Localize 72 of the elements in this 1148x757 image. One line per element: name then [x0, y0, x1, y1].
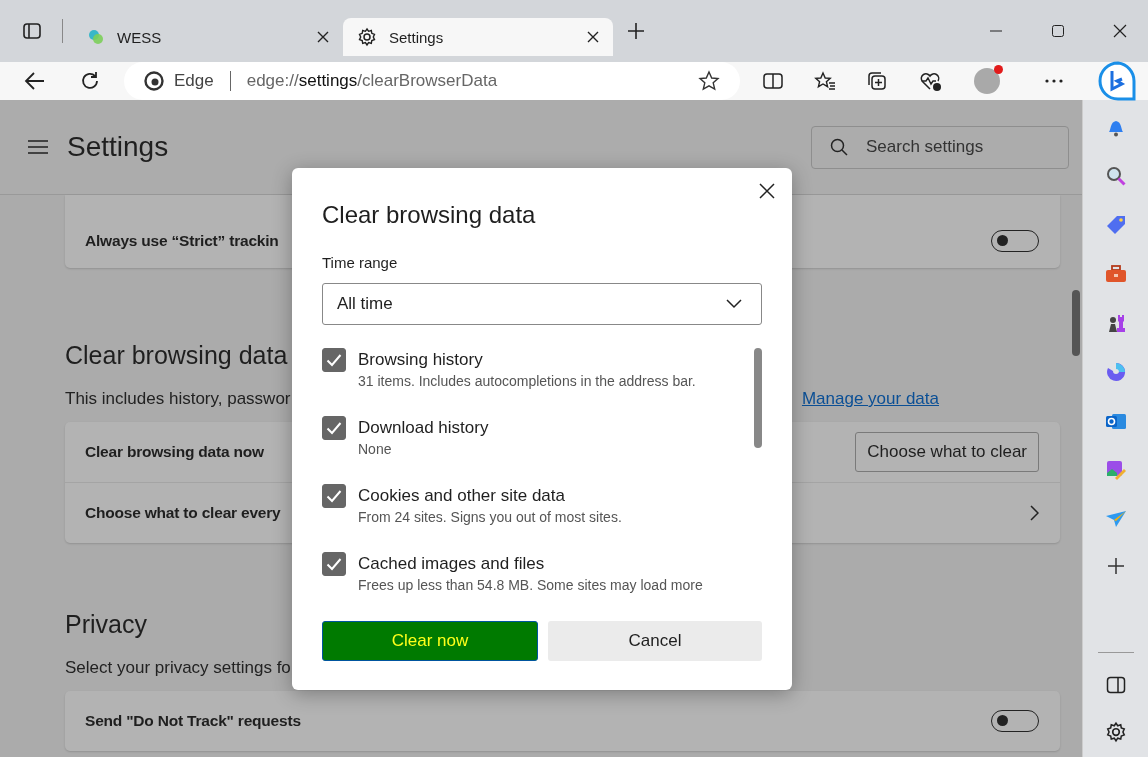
checkbox[interactable] [322, 484, 346, 508]
refresh-icon[interactable] [79, 70, 101, 92]
close-tab-icon[interactable] [587, 31, 599, 43]
cancel-button[interactable]: Cancel [548, 621, 762, 661]
section-description: This includes history, passwor [65, 389, 291, 409]
clear-now-button[interactable]: Clear now [322, 621, 538, 661]
new-tab-icon[interactable] [627, 22, 645, 40]
option-label: Cached images and files [358, 554, 546, 574]
edge-label: Edge [174, 71, 214, 91]
choose-button[interactable]: Choose what to clear [855, 432, 1039, 472]
scrollbar-thumb[interactable] [754, 348, 762, 448]
option-detail: From 24 sites. Signs you out of most sites. [358, 509, 622, 525]
swirl-logo-icon[interactable] [1104, 361, 1127, 383]
heart-pulse-icon[interactable] [918, 70, 942, 92]
favorites-icon[interactable] [814, 71, 836, 91]
option-label: Cookies and other site data [358, 486, 566, 506]
address-bar[interactable]: Edge edge://settings/clearBrowserData [124, 62, 740, 100]
image-pen-icon[interactable] [1104, 459, 1127, 481]
option-label: Browsing history [358, 350, 484, 370]
close-icon[interactable] [759, 183, 775, 199]
checkbox[interactable] [322, 348, 346, 372]
more-icon[interactable] [1044, 78, 1064, 84]
favorite-star-icon[interactable] [698, 70, 720, 92]
setting-label: Always use “Strict” trackin [85, 231, 279, 250]
collections-icon[interactable] [866, 70, 888, 92]
chevron-right-icon[interactable] [1029, 505, 1039, 521]
option-label: Download history [358, 418, 489, 438]
setting-label: Clear browsing data now [85, 443, 264, 461]
search-icon [830, 138, 848, 156]
chat-bubble-icon[interactable] [1098, 61, 1138, 101]
sidebar-panel-icon[interactable] [1105, 676, 1126, 694]
section-heading: Clear browsing data [65, 341, 288, 371]
settings-icon [357, 27, 377, 47]
profile-avatar[interactable] [974, 68, 1000, 94]
section-description: Select your privacy settings fo [65, 658, 291, 678]
checkmark-icon [326, 421, 342, 435]
checkmark-icon [326, 489, 342, 503]
field-label: Time range [322, 254, 399, 271]
settings-icon[interactable] [1104, 721, 1127, 743]
page-title: Settings [67, 131, 169, 163]
option-detail: None [358, 441, 393, 457]
checkmark-icon [326, 557, 342, 571]
url-text: edge://settings/clearBrowserData [246, 71, 498, 91]
close-tab-icon[interactable] [317, 31, 329, 43]
setting-label: Choose what to clear every [85, 504, 281, 522]
menu-icon[interactable] [27, 139, 49, 155]
chevron-down-icon [726, 299, 742, 309]
manage-data-link[interactable]: Manage your data [801, 389, 939, 409]
close-icon[interactable] [1113, 24, 1127, 38]
option-detail: Frees up less than 54.8 MB. Some sites may load more [358, 577, 703, 593]
section-heading: Privacy [65, 610, 147, 640]
toolbox-icon[interactable] [1103, 263, 1128, 285]
checkbox[interactable] [322, 416, 346, 440]
search-icon[interactable] [1104, 165, 1127, 187]
checkbox[interactable] [322, 552, 346, 576]
add-icon[interactable] [1106, 557, 1125, 575]
time-range-dropdown[interactable]: All time [322, 283, 762, 325]
back-icon[interactable] [24, 71, 46, 91]
setting-label: Send "Do Not Track" requests [85, 712, 301, 730]
browser-tab[interactable]: Settings [343, 18, 613, 56]
site-favicon-icon [87, 28, 105, 46]
split-screen-icon[interactable] [762, 71, 784, 91]
edge-logo-icon [144, 71, 164, 91]
option-detail: 31 items. Includes autocompletions in the address bar. [358, 373, 696, 389]
maximize-icon[interactable] [1051, 24, 1065, 38]
dialog-title: Clear browsing data [322, 201, 537, 229]
browser-tab[interactable]: WESS [73, 18, 343, 56]
scrollbar-thumb[interactable] [1072, 290, 1080, 356]
tab-actions-icon[interactable] [22, 21, 42, 41]
checkmark-icon [326, 353, 342, 367]
search-field[interactable]: Search settings [811, 125, 1069, 169]
divider [229, 71, 231, 91]
